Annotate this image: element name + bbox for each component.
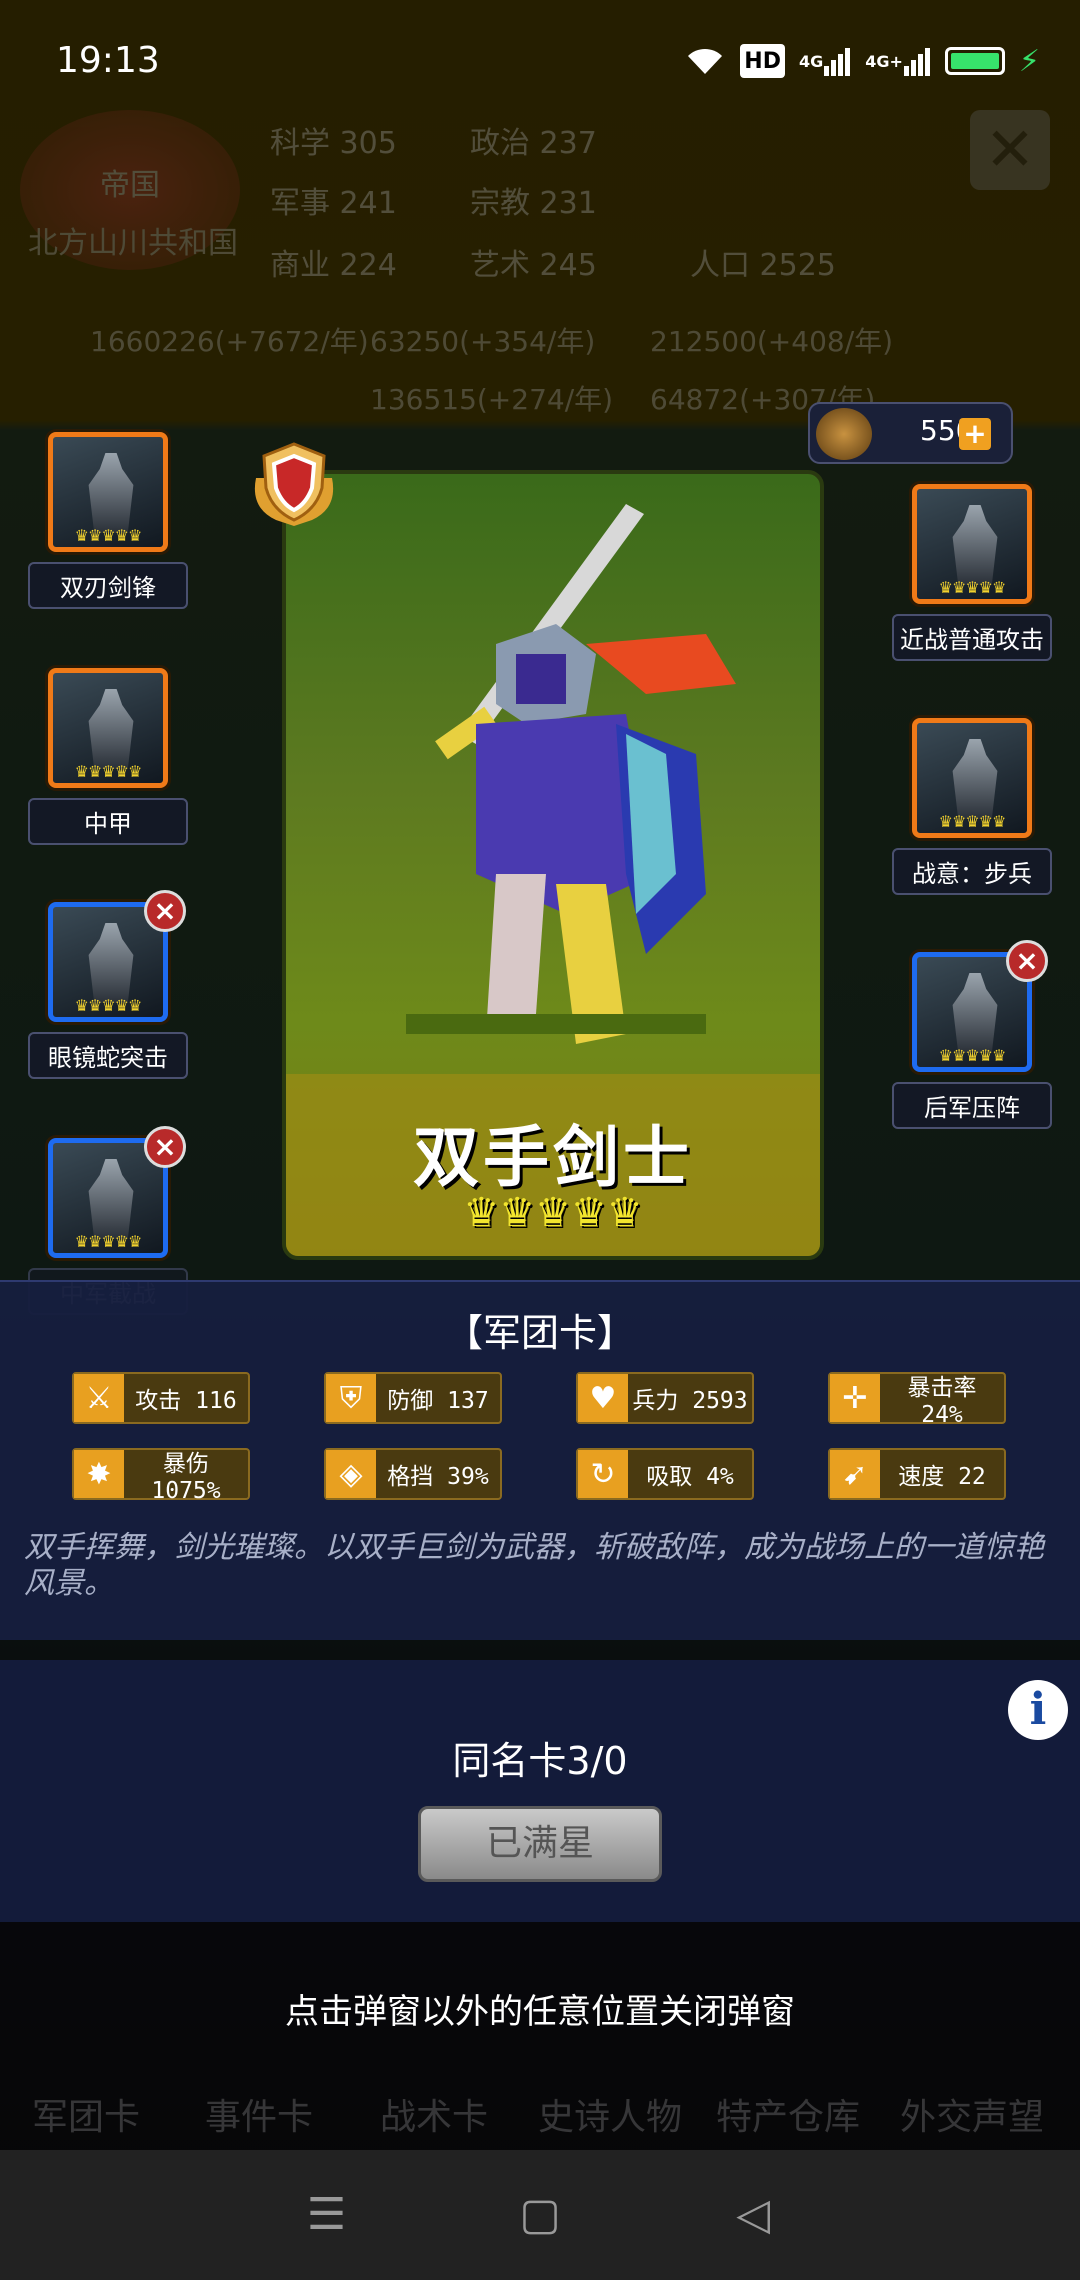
left-card-3-label: 眼镜蛇突击 [28, 1032, 188, 1079]
right-card-1-label: 近战普通攻击 [892, 614, 1052, 661]
boot-icon: ➹ [830, 1450, 880, 1498]
right-card-2-label: 战意：步兵 [892, 848, 1052, 895]
status-bar: 19:13 HD 4G 4G+ ⚡ [0, 0, 1080, 100]
stat-defense: ⛨ 防御 137 [324, 1372, 502, 1424]
left-card-2-label: 中甲 [28, 798, 188, 845]
wifi-icon [684, 44, 726, 78]
burst-icon: ✸ [74, 1450, 124, 1498]
system-nav-bar: ☰ ▢ ◁ [0, 2150, 1080, 2280]
status-time: 19:13 [56, 40, 160, 81]
card-description: 双手挥舞，剑光璀璨。以双手巨剑为武器，斩破敌阵，成为战场上的一道惊艳风景。 [24, 1530, 1044, 1601]
signal-label-1: 4G [798, 51, 824, 71]
home-icon[interactable]: ▢ [515, 2190, 565, 2240]
right-card-1[interactable]: ♛♛♛♛♛ [912, 484, 1032, 604]
stat-block-label: 格挡 39% [387, 1464, 489, 1490]
card-info-panel: 【军团卡】 ⚔ 攻击 116 ⛨ 防御 137 ♥ 兵力 2593 ✛ 暴击率 … [0, 1280, 1080, 1640]
hd-icon: HD [740, 44, 785, 78]
stat-block: ◈ 格挡 39% [324, 1448, 502, 1500]
close-hint: 点击弹窗以外的任意位置关闭弹窗 [285, 1992, 795, 2032]
card-name: 双手剑士 [413, 1119, 693, 1196]
max-star-button[interactable]: 已满星 [418, 1806, 662, 1882]
stat-troops-label: 兵力 2593 [632, 1388, 748, 1414]
stat-crit-damage: ✸ 暴伤 1075% [72, 1448, 250, 1504]
signal-icon: 4G [799, 44, 851, 78]
right-card-2[interactable]: ♛♛♛♛♛ [912, 718, 1032, 838]
panel-title: 【军团卡】 [444, 1311, 635, 1355]
stat-lifesteal: ↻ 吸取 4% [576, 1448, 754, 1500]
stat-defense-label: 防御 137 [387, 1388, 489, 1414]
sword-icon: ⚔ [74, 1374, 124, 1422]
signal-label-2: 4G+ [865, 51, 903, 71]
stat-crit-damage-label: 暴伤 1075% [151, 1451, 221, 1504]
add-currency-button[interactable]: + [959, 418, 991, 450]
heart-icon: ♥ [578, 1374, 628, 1422]
left-card-2[interactable]: ♛♛♛♛♛ [48, 668, 168, 788]
star-crowns: ♛♛♛♛♛ [463, 1190, 643, 1236]
stat-lifesteal-label: 吸取 4% [646, 1464, 734, 1490]
swordsman-illustration [406, 504, 736, 1044]
remove-card-3-button[interactable]: × [144, 890, 186, 932]
signal-icon-2: 4G+ [865, 44, 931, 78]
stat-attack-label: 攻击 116 [135, 1388, 237, 1414]
menu-icon[interactable]: ☰ [302, 2190, 352, 2240]
duplicate-card-count: 同名卡3/0 [452, 1739, 628, 1783]
shield-icon: ⛨ [326, 1374, 376, 1422]
right-card-3-label: 后军压阵 [892, 1082, 1052, 1129]
currency-display: 550 + [808, 402, 1013, 464]
legion-card-detail: 双手剑士 ♛♛♛♛♛ [282, 470, 824, 1260]
upgrade-panel: i 同名卡3/0 已满星 [0, 1660, 1080, 1922]
left-card-1[interactable]: ♛♛♛♛♛ [48, 432, 168, 552]
stat-attack: ⚔ 攻击 116 [72, 1372, 250, 1424]
stat-speed: ➹ 速度 22 [828, 1448, 1006, 1500]
battery-icon [944, 47, 1005, 75]
rank-badge-icon [254, 442, 334, 526]
remove-right-card-3-button[interactable]: × [1006, 940, 1048, 982]
remove-card-4-button[interactable]: × [144, 1126, 186, 1168]
stat-crit-rate: ✛ 暴击率 24% [828, 1372, 1006, 1428]
back-icon[interactable]: ◁ [728, 2190, 778, 2240]
stat-troops: ♥ 兵力 2593 [576, 1372, 754, 1424]
stat-speed-label: 速度 22 [898, 1464, 986, 1490]
crest-currency-icon [816, 408, 872, 460]
charging-icon: ⚡ [1018, 43, 1040, 79]
stat-crit-rate-label: 暴击率 24% [907, 1375, 977, 1428]
crosshair-icon: ✛ [830, 1374, 880, 1422]
drain-icon: ↻ [578, 1450, 628, 1498]
left-card-1-label: 双刃剑锋 [28, 562, 188, 609]
block-icon: ◈ [326, 1450, 376, 1498]
